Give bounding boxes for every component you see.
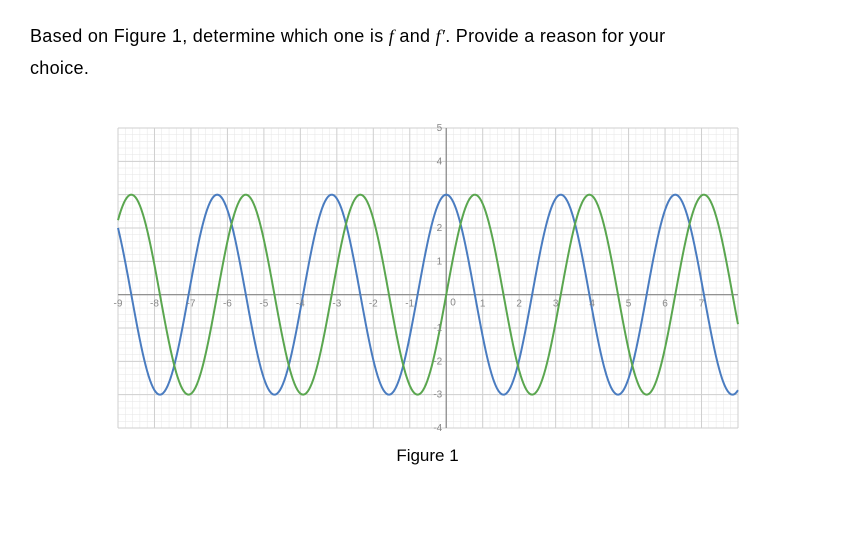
svg-text:-2: -2 — [368, 298, 377, 309]
svg-text:2: 2 — [516, 298, 522, 309]
figure-caption: Figure 1 — [30, 446, 825, 466]
svg-text:-4: -4 — [295, 298, 304, 309]
svg-text:-8: -8 — [150, 298, 159, 309]
svg-text:3: 3 — [552, 298, 558, 309]
question-text: Based on Figure 1, determine which one i… — [30, 20, 825, 85]
q-part4: choice. — [30, 58, 89, 78]
svg-text:1: 1 — [436, 256, 442, 267]
svg-text:4: 4 — [436, 156, 442, 167]
svg-text:-4: -4 — [433, 423, 442, 433]
figure-1-chart: -9 -8 -7 -6 -5 -4 -3 -2 -1 0 1 2 3 4 5 6 7 -4 -3 -2 -1 1 2 4 5 — [108, 123, 748, 438]
svg-text:-3: -3 — [433, 389, 442, 400]
svg-text:-2: -2 — [433, 356, 442, 367]
svg-text:-1: -1 — [433, 323, 442, 334]
svg-text:2: 2 — [436, 223, 442, 234]
svg-text:6: 6 — [662, 298, 668, 309]
q-part2: and — [394, 26, 436, 46]
svg-text:-6: -6 — [222, 298, 231, 309]
q-fprime: f′ — [436, 26, 446, 46]
svg-text:5: 5 — [625, 298, 631, 309]
svg-text:5: 5 — [436, 123, 442, 134]
svg-text:1: 1 — [479, 298, 485, 309]
svg-text:7: 7 — [698, 298, 704, 309]
svg-text:-5: -5 — [259, 298, 268, 309]
q-part3: . Provide a reason for your — [445, 26, 665, 46]
chart-svg: -9 -8 -7 -6 -5 -4 -3 -2 -1 0 1 2 3 4 5 6 7 -4 -3 -2 -1 1 2 4 5 — [108, 123, 748, 433]
svg-text:-3: -3 — [332, 298, 341, 309]
svg-text:4: 4 — [589, 298, 595, 309]
svg-text:-7: -7 — [186, 298, 195, 309]
svg-text:0: 0 — [450, 297, 456, 308]
q-part1: Based on Figure 1, determine which one i… — [30, 26, 389, 46]
svg-text:-1: -1 — [405, 298, 414, 309]
svg-text:-9: -9 — [113, 298, 122, 309]
